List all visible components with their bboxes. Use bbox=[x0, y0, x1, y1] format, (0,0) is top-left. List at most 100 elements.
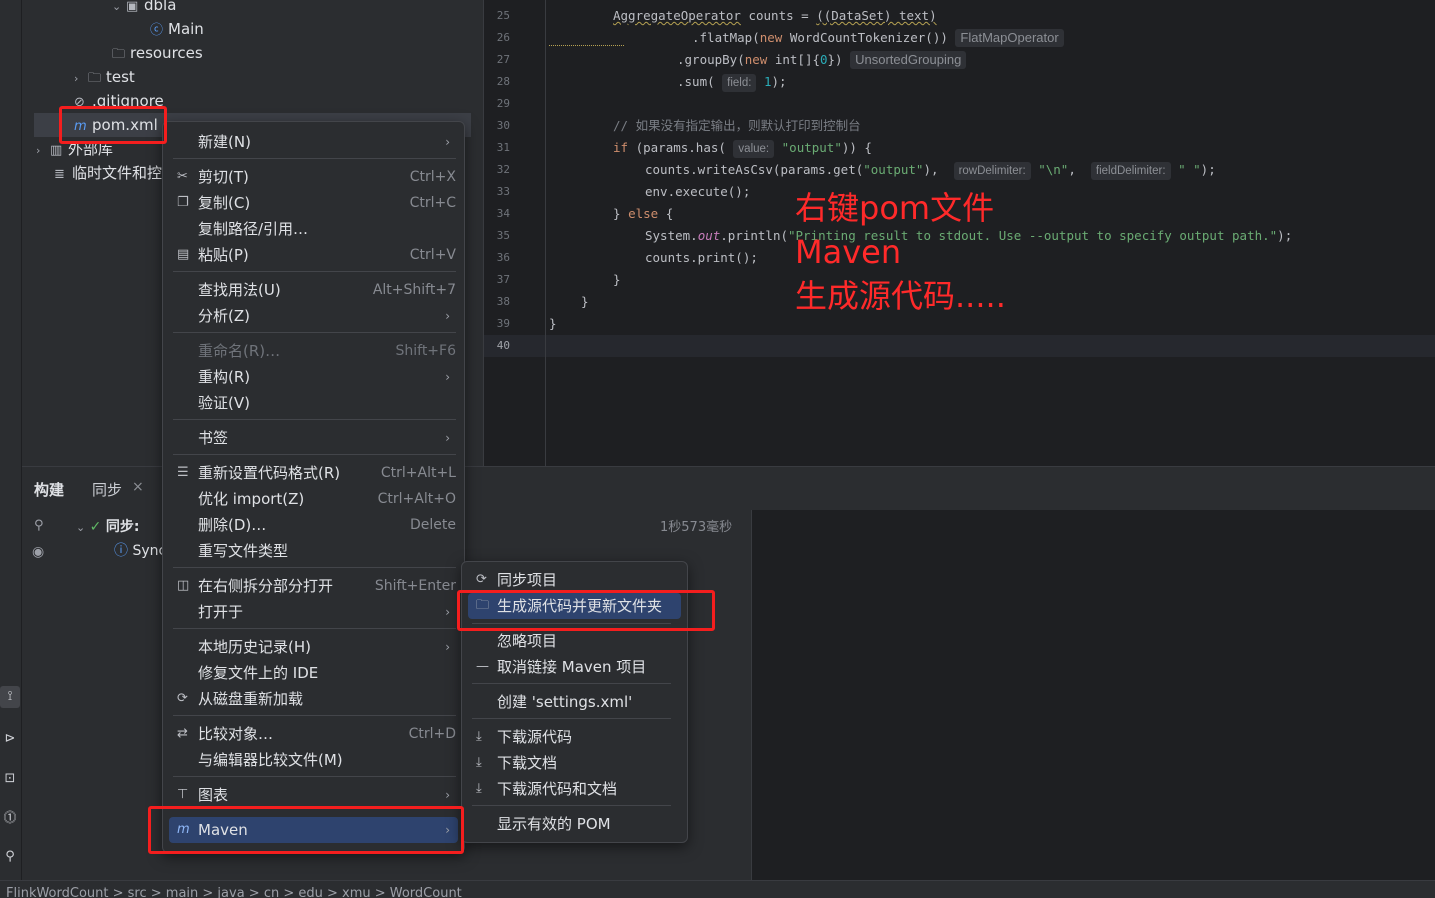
chevron-right-icon: › bbox=[445, 788, 450, 802]
line-number: 28 bbox=[496, 75, 510, 88]
chevron-down-icon: ⌄ bbox=[76, 521, 86, 534]
tree-item-resources[interactable]: 🗀 resources bbox=[112, 41, 203, 65]
menu-item-copy[interactable]: ❐ 复制(C) Ctrl+C bbox=[169, 190, 458, 216]
menu-item-compare-with-editor[interactable]: 与编辑器比较文件(M) bbox=[169, 747, 458, 773]
line-number: 37 bbox=[496, 273, 510, 286]
menu-item-analyze[interactable]: 分析(Z) › bbox=[169, 303, 458, 329]
inlay-hint: field: bbox=[722, 74, 757, 92]
run-tool-icon[interactable]: ⊳ bbox=[0, 728, 20, 750]
line-number: 32 bbox=[496, 163, 510, 176]
context-menu: 新建(N) › ✂ 剪切(T) Ctrl+X ❐ 复制(C) Ctrl+C 复制路径/引用… bbox=[162, 121, 465, 853]
line-number: 25 bbox=[496, 9, 510, 22]
tab-sync[interactable]: 同步 bbox=[92, 479, 122, 500]
annotation-box-maven bbox=[148, 806, 464, 854]
menu-item-open-split-right[interactable]: ◫ 在右侧拆分部分打开 Shift+Enter bbox=[169, 573, 458, 599]
menu-separator bbox=[173, 567, 456, 568]
menu-separator bbox=[173, 419, 456, 420]
chevron-right-icon: › bbox=[445, 135, 450, 149]
scissors-icon: ✂ bbox=[177, 169, 188, 184]
download-icon: ⤓ bbox=[476, 755, 482, 770]
tree-item-test[interactable]: › 🗀 test bbox=[74, 65, 135, 89]
submenu-item-download-docs[interactable]: ⤓ 下载文档 bbox=[468, 750, 681, 776]
code-line-26: .flatMap(new WordCountTokenizer()) FlatM… bbox=[549, 27, 1064, 49]
code-line-28: .sum( field: 1); bbox=[677, 71, 787, 93]
submenu-item-ignore-project[interactable]: 忽略项目 bbox=[468, 628, 681, 654]
line-number: 40 bbox=[496, 339, 510, 352]
reformat-icon: ☰ bbox=[177, 465, 189, 480]
menu-item-rename: 重命名(R)… Shift+F6 bbox=[198, 342, 456, 360]
line-number: 34 bbox=[496, 207, 510, 220]
terminal-tool-icon[interactable]: ⊡ bbox=[0, 768, 20, 790]
menu-item-copy-path[interactable]: 复制路径/引用… bbox=[169, 216, 458, 242]
folder-icon: 🗀 bbox=[88, 71, 102, 86]
menu-separator bbox=[472, 718, 671, 719]
build-output[interactable] bbox=[751, 510, 1435, 880]
inlay-hint: UnsortedGrouping bbox=[850, 51, 967, 69]
menu-item-override-file-type[interactable]: 重写文件类型 bbox=[169, 538, 458, 564]
menu-item-paste[interactable]: ▤ 粘贴(P) Ctrl+V bbox=[169, 242, 458, 268]
menu-item-refactor[interactable]: 重构(R) › bbox=[169, 364, 458, 390]
tab-build[interactable]: 构建 bbox=[34, 479, 64, 500]
chevron-right-icon: › bbox=[445, 640, 450, 654]
tree-item-dbla[interactable]: ⌄ ▣ dbla bbox=[112, 0, 176, 17]
sync-item[interactable]: ⓘ Sync bbox=[114, 540, 166, 560]
menu-item-validate[interactable]: 验证(V) bbox=[169, 390, 458, 416]
code-line-25: AggregateOperator counts = ((DataSet) te… bbox=[613, 8, 937, 23]
code-line-30: // 如果没有指定输出，则默认打印到控制台 bbox=[613, 118, 861, 133]
build-duration: 1秒573毫秒 bbox=[660, 520, 733, 535]
code-line-38: } bbox=[581, 294, 589, 309]
line-number: 31 bbox=[496, 141, 510, 154]
close-icon[interactable]: × bbox=[132, 479, 144, 495]
git-tool-icon[interactable]: ⚲ bbox=[0, 846, 20, 868]
menu-item-optimize-imports[interactable]: 优化 import(Z) Ctrl+Alt+O bbox=[169, 486, 458, 512]
line-number: 36 bbox=[496, 251, 510, 264]
code-line-37: } bbox=[613, 272, 621, 287]
menu-item-diagrams[interactable]: ⊤ 图表 › bbox=[169, 782, 458, 808]
code-line-36: counts.print(); bbox=[645, 250, 758, 265]
inlay-hint: rowDelimiter: bbox=[953, 162, 1031, 180]
submenu-item-unlink-project[interactable]: — 取消链接 Maven 项目 bbox=[468, 654, 681, 680]
annotation-box-pom bbox=[59, 106, 167, 144]
menu-item-cut[interactable]: ✂ 剪切(T) Ctrl+X bbox=[169, 164, 458, 190]
tree-item-scratches[interactable]: ≣ 临时文件和控 bbox=[54, 161, 162, 185]
menu-item-reformat-code[interactable]: ☰ 重新设置代码格式(R) Ctrl+Alt+L bbox=[169, 460, 458, 486]
submenu-item-download-sources-docs[interactable]: ⤓ 下载源代码和文档 bbox=[468, 776, 681, 802]
submenu-item-create-settings[interactable]: 创建 'settings.xml' bbox=[468, 689, 681, 715]
menu-item-find-usages[interactable]: 查找用法(U) Alt+Shift+7 bbox=[169, 277, 458, 303]
menu-item-repair-ide[interactable]: 修复文件上的 IDE bbox=[169, 660, 458, 686]
pin-icon[interactable]: ⚲ bbox=[34, 518, 44, 533]
copy-icon: ❐ bbox=[177, 195, 189, 210]
menu-separator bbox=[472, 805, 671, 806]
reload-icon: ⟳ bbox=[177, 691, 188, 706]
inlay-hint: fieldDelimiter: bbox=[1090, 162, 1171, 180]
menu-item-local-history[interactable]: 本地历史记录(H) › bbox=[169, 634, 458, 660]
menu-separator bbox=[173, 332, 456, 333]
menu-item-open-in[interactable]: 打开于 › bbox=[169, 599, 458, 625]
split-icon: ◫ bbox=[177, 578, 190, 593]
annotation-text: 右键pom文件 bbox=[795, 189, 995, 227]
chevron-right-icon: › bbox=[36, 144, 41, 157]
menu-separator bbox=[173, 271, 456, 272]
menu-item-new[interactable]: 新建(N) › bbox=[169, 129, 458, 155]
menu-item-delete[interactable]: 删除(D)… Delete bbox=[169, 512, 458, 538]
chevron-right-icon: › bbox=[445, 431, 450, 445]
package-icon: ▣ bbox=[126, 0, 139, 14]
menu-separator bbox=[173, 454, 456, 455]
line-number: 27 bbox=[496, 53, 510, 66]
problems-tool-icon[interactable]: ⓵ bbox=[0, 808, 20, 830]
menu-separator bbox=[472, 683, 671, 684]
code-line-31: if (params.has( value: "output")) { bbox=[613, 137, 872, 159]
build-tool-icon[interactable]: ⟟ bbox=[0, 686, 20, 708]
submenu-item-show-effective-pom[interactable]: 显示有效的 POM bbox=[468, 811, 681, 837]
eye-icon[interactable]: ◉ bbox=[32, 544, 44, 560]
menu-item-compare-with[interactable]: ⇄ 比较对象… Ctrl+D bbox=[169, 721, 458, 747]
menu-item-bookmarks[interactable]: 书签 › bbox=[169, 425, 458, 451]
sync-row[interactable]: ⌄ ✓ 同步: bbox=[76, 516, 139, 536]
code-editor[interactable]: 25 26 27 28 29 30 31 32 33 34 35 36 37 3… bbox=[483, 0, 1435, 466]
line-number: 30 bbox=[496, 119, 510, 132]
menu-item-reload-from-disk[interactable]: ⟳ 从磁盘重新加载 bbox=[169, 686, 458, 712]
tree-item-main[interactable]: ⓒ Main bbox=[150, 17, 204, 41]
status-bar-breadcrumb[interactable]: FlinkWordCount > src > main > java > cn … bbox=[0, 880, 1435, 898]
current-line-highlight bbox=[484, 335, 1435, 357]
submenu-item-download-sources[interactable]: ⤓ 下载源代码 bbox=[468, 724, 681, 750]
